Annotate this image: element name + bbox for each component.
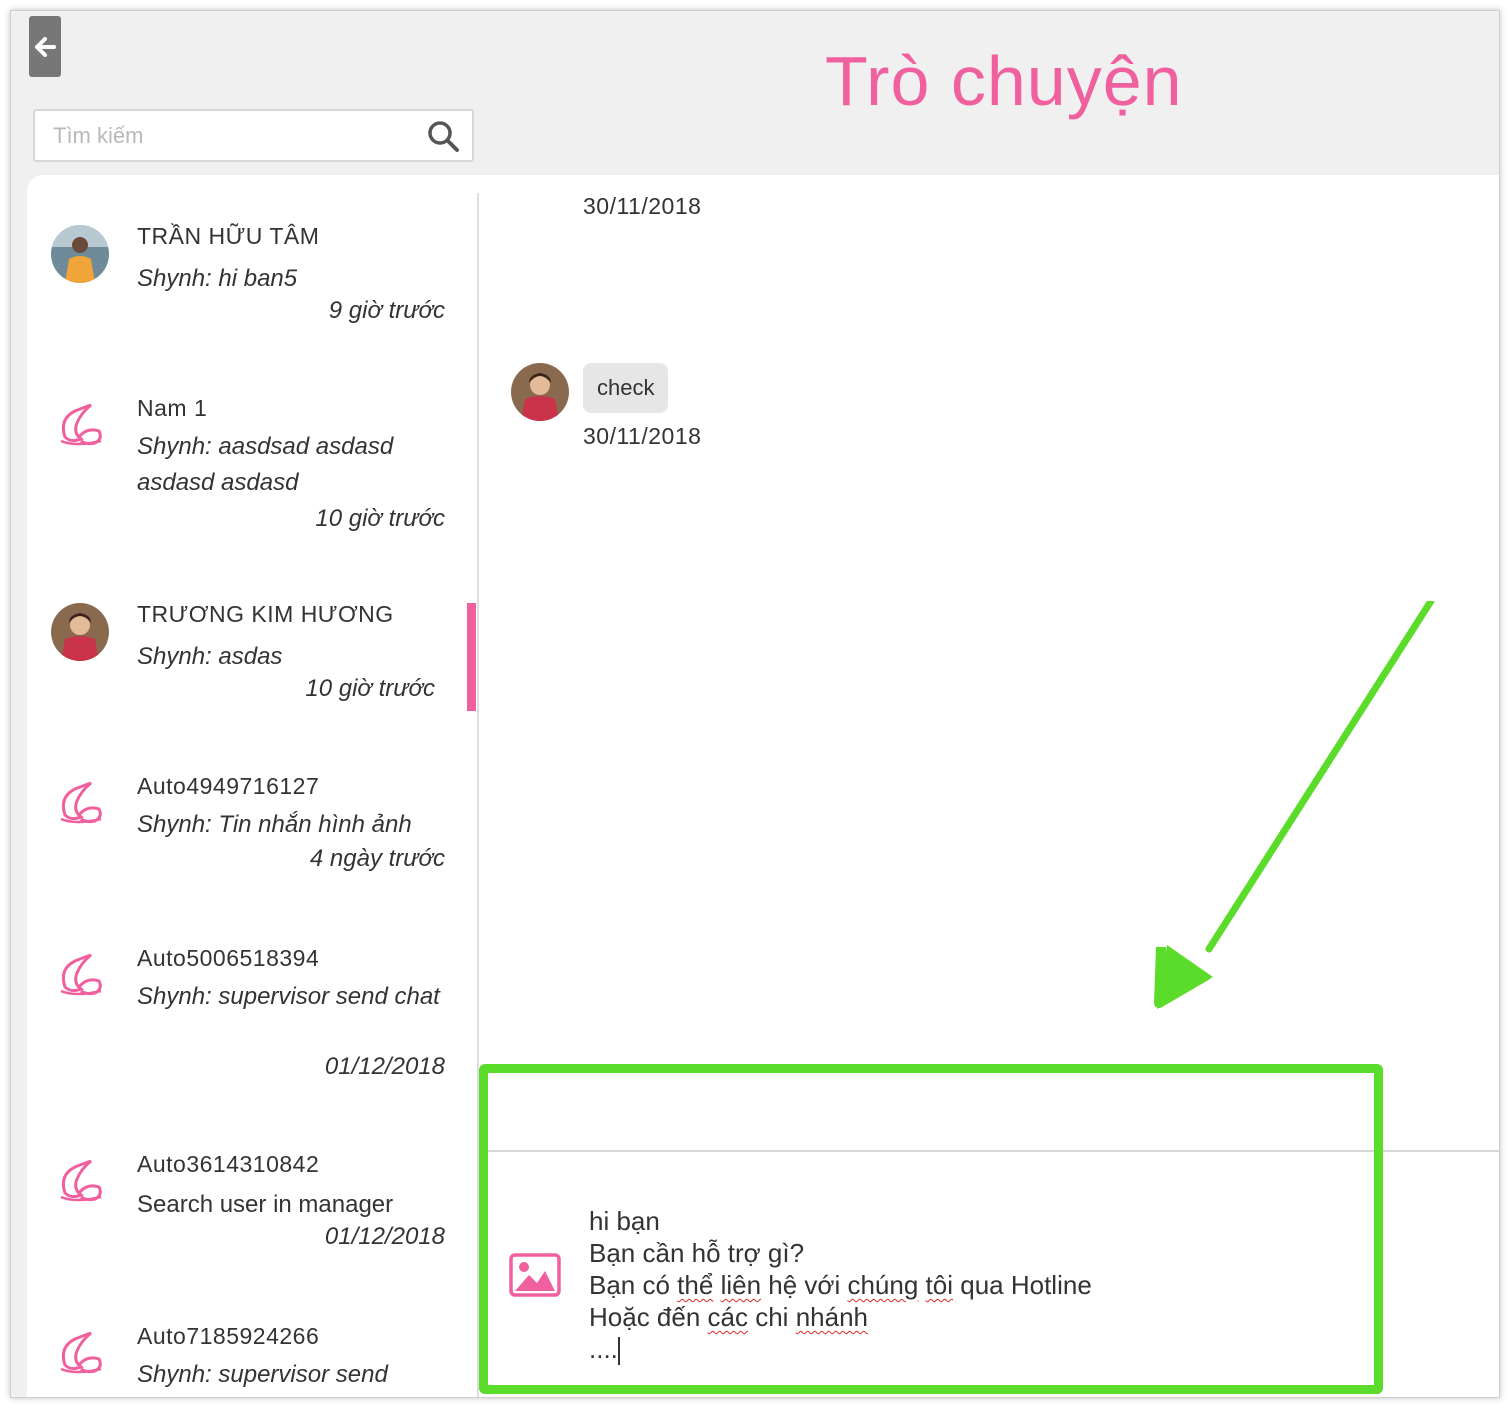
composer-line-text	[918, 1270, 925, 1300]
composer-line-text: Bạn có	[589, 1270, 678, 1300]
conversation-time: 9 giờ trước	[328, 297, 445, 324]
composer-line-text: chi	[748, 1302, 796, 1332]
conversation-list[interactable]: TRẦN HỮU TÂM Shynh: hi ban5 9 giờ trước …	[27, 175, 477, 1397]
conversation-item-active[interactable]: TRƯƠNG KIM HƯƠNG Shynh: asdas 10 giờ trư…	[27, 593, 477, 743]
search-icon[interactable]	[426, 119, 460, 153]
text-cursor	[617, 1337, 620, 1366]
conversation-name: Auto7185924266	[137, 1323, 320, 1349]
spellcheck-word: nhánh	[795, 1302, 868, 1332]
conversation-last-message: Shynh: supervisor send chat	[137, 983, 440, 1010]
composer-line-text	[713, 1270, 720, 1300]
conversation-time: 01/12/2018	[324, 1053, 445, 1080]
conversation-item[interactable]: TRẦN HỮU TÂM Shynh: hi ban5 9 giờ trước	[27, 215, 477, 365]
avatar-photo-icon	[511, 363, 569, 421]
avatar-photo-icon	[51, 225, 109, 283]
conversation-item[interactable]: Auto7185924266 Shynh: supervisor send	[27, 1315, 477, 1397]
spellcheck-word: thể	[677, 1270, 714, 1300]
avatar	[51, 947, 109, 1005]
conversation-name: Auto5006518394	[137, 945, 320, 971]
chat-area: 30/11/2018 check 30/11/2018 hi bạn Bạn c…	[479, 175, 1499, 1397]
message-avatar	[511, 363, 569, 421]
search-input[interactable]	[35, 111, 415, 160]
avatar	[51, 1153, 109, 1211]
spellcheck-word: chúng	[847, 1270, 919, 1300]
composer-line-text: hệ với	[761, 1270, 848, 1300]
conversation-time: 4 ngày trước	[309, 845, 445, 872]
message-date: 30/11/2018	[583, 423, 702, 449]
avatar-photo-icon	[51, 603, 109, 661]
message-date: 30/11/2018	[583, 193, 702, 219]
shynh-logo-icon	[60, 953, 102, 996]
avatar	[51, 775, 109, 833]
conversation-time: 10 giờ trước	[315, 505, 445, 532]
avatar	[51, 225, 109, 283]
back-button[interactable]	[29, 16, 61, 77]
conversation-last-message: Search user in manager	[137, 1191, 394, 1218]
avatar	[51, 397, 109, 455]
conversation-last-message: Shynh: asdas	[137, 643, 283, 670]
conversation-last-message: Shynh: hi ban5	[137, 265, 298, 292]
message-input[interactable]: hi bạn Bạn cần hỗ trợ gì? Bạn có thể liê…	[589, 1205, 1349, 1385]
shynh-logo-icon	[60, 781, 102, 824]
conversation-last-message: Shynh: supervisor send	[137, 1361, 388, 1388]
composer-line: Bạn cần hỗ trợ gì?	[589, 1238, 805, 1268]
avatar	[51, 1325, 109, 1383]
conversation-item[interactable]: Auto3614310842 Search user in manager 01…	[27, 1143, 477, 1293]
composer-line: hi bạn	[589, 1206, 660, 1236]
conversation-item[interactable]: Auto4949716127 Shynh: Tin nhắn hình ảnh …	[27, 765, 477, 915]
composer-divider	[479, 1150, 1499, 1152]
conversation-last-message: Shynh: Tin nhắn hình ảnh	[137, 811, 412, 838]
app-window: Trò chuyện TRẦN HỮU TÂM Shynh:	[10, 10, 1500, 1398]
conversation-name: Auto3614310842	[137, 1151, 320, 1177]
composer-line: ....	[589, 1334, 618, 1364]
conversation-time: 01/12/2018	[324, 1223, 445, 1250]
avatar	[51, 603, 109, 661]
arrow-left-icon	[35, 36, 56, 57]
image-icon[interactable]	[509, 1253, 561, 1297]
message-bubble: check	[583, 363, 669, 413]
conversation-name: TRẦN HỮU TÂM	[137, 223, 320, 249]
shynh-logo-icon	[60, 1159, 102, 1202]
spellcheck-word: các	[707, 1302, 748, 1332]
page-title: Trò chuyện	[825, 42, 1183, 120]
active-indicator	[467, 603, 476, 711]
spellcheck-word: tôi	[925, 1270, 954, 1300]
search-box[interactable]	[33, 109, 474, 162]
composer-line-text: qua Hotline	[953, 1270, 1092, 1300]
conversation-name: Nam 1	[137, 395, 208, 421]
conversation-time: 10 giờ trước	[305, 675, 435, 702]
shynh-logo-icon	[60, 403, 102, 446]
main-panel: TRẦN HỮU TÂM Shynh: hi ban5 9 giờ trước …	[27, 175, 1499, 1397]
conversation-name: Auto4949716127	[137, 773, 320, 799]
shynh-logo-icon	[60, 1331, 102, 1374]
composer-line-text: Hoặc đến	[589, 1302, 708, 1332]
conversation-item[interactable]: Nam 1 Shynh: aasdsad asdasd asdasd asdas…	[27, 387, 477, 557]
spellcheck-word: liên	[720, 1270, 762, 1300]
conversation-name: TRƯƠNG KIM HƯƠNG	[137, 601, 394, 627]
conversation-item[interactable]: Auto5006518394 Shynh: supervisor send ch…	[27, 937, 477, 1107]
conversation-last-message: Shynh: aasdsad asdasd asdasd asdasd	[137, 433, 394, 496]
